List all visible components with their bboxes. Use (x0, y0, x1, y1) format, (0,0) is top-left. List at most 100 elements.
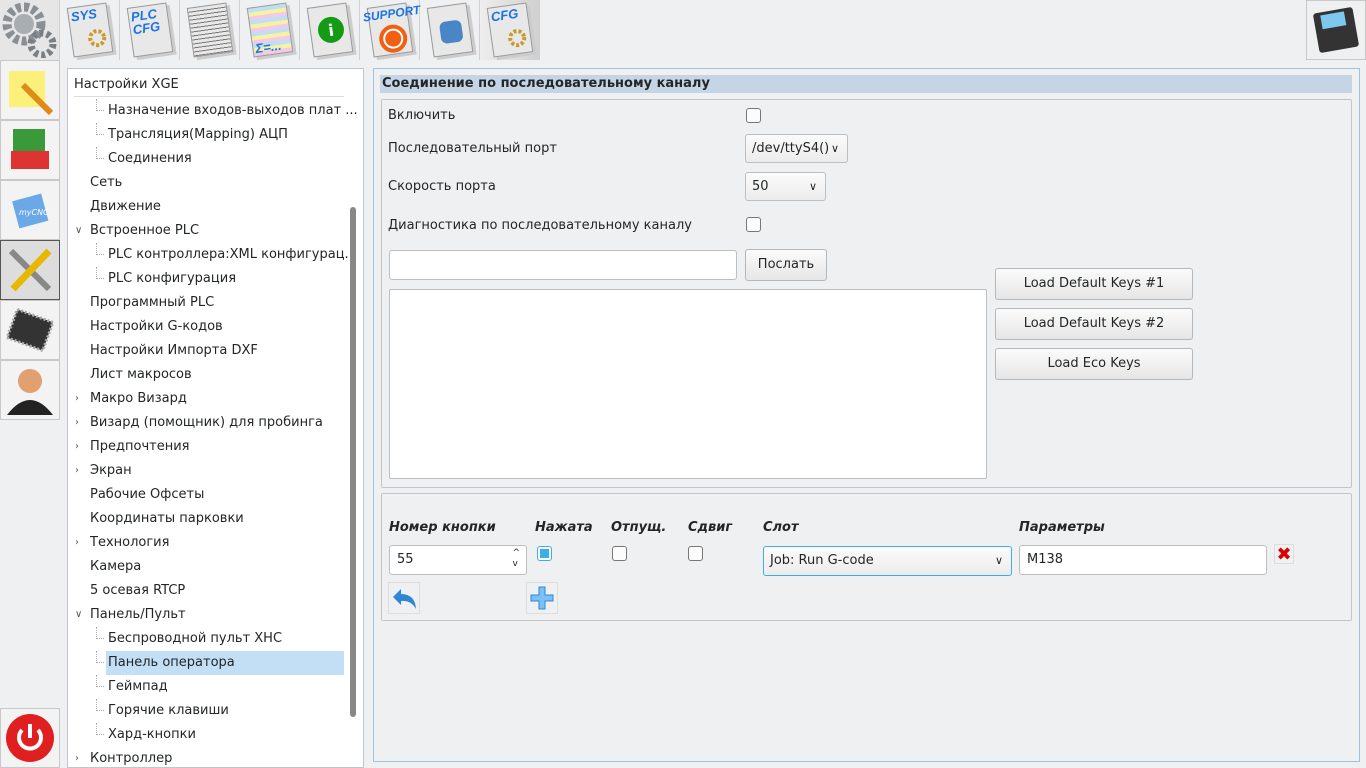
load-default-keys-2-button[interactable]: Load Default Keys #2 (995, 308, 1193, 340)
tree-item[interactable]: Макро Визард (90, 387, 187, 411)
tree-item[interactable]: PLC конфигурация (108, 267, 236, 291)
chevron-right-icon[interactable]: › (75, 435, 79, 459)
tree-connector (96, 675, 104, 687)
undo-arrow-icon (393, 589, 416, 609)
sidebar-mycnc[interactable]: myCNC (0, 180, 60, 240)
tree-connector (96, 723, 104, 735)
tree-item[interactable]: Геймпад (108, 675, 168, 699)
pressed-checkbox[interactable] (537, 546, 552, 561)
document-button[interactable] (180, 0, 240, 60)
chevron-right-icon[interactable]: › (75, 459, 79, 483)
chevron-right-icon[interactable]: › (75, 411, 79, 435)
released-checkbox[interactable] (612, 546, 627, 561)
header-number: Номер кнопки (389, 520, 496, 535)
chevron-down-icon[interactable]: ∨ (75, 219, 82, 243)
tree-item-label: Камера (90, 559, 142, 574)
power-button[interactable] (0, 708, 60, 768)
tree-item[interactable]: Беспроводной пульт XHC (108, 627, 282, 651)
tree-connector (96, 267, 104, 279)
tree-item[interactable]: Визард (помощник) для пробинга (90, 411, 323, 435)
tree-item-label: PLC контроллера:XML конфигурац... (108, 247, 357, 262)
tree-item-label: Настройки Импорта DXF (90, 343, 258, 358)
save-button[interactable] (1306, 0, 1366, 60)
send-button[interactable]: Послать (745, 249, 827, 281)
sidebar-chip[interactable] (0, 300, 60, 360)
tree-item[interactable]: PLC контроллера:XML конфигурац... (108, 243, 357, 267)
sidebar-tools[interactable] (0, 240, 60, 300)
enable-checkbox[interactable] (746, 108, 761, 123)
load-default-keys-1-button[interactable]: Load Default Keys #1 (995, 268, 1193, 300)
tree-item[interactable]: 5 осевая RTCP (90, 579, 185, 603)
plus-icon (530, 586, 554, 610)
tree-item[interactable]: Движение (90, 195, 161, 219)
sidebar-edit[interactable] (0, 60, 60, 120)
spin-arrows-icon[interactable]: ^ v (512, 548, 520, 570)
note-pencil-icon (9, 71, 54, 115)
tree-item-label: Предпочтения (90, 439, 190, 454)
tree-item[interactable]: Соединения (108, 147, 192, 171)
tree-item[interactable]: Трансляция(Mapping) АЦП (108, 123, 288, 147)
info-button[interactable]: i (300, 0, 360, 60)
chevron-right-icon[interactable]: › (75, 387, 79, 411)
params-input[interactable]: M138 (1019, 545, 1267, 575)
tree-connector (96, 699, 104, 711)
shift-checkbox[interactable] (688, 546, 703, 561)
chevron-down-icon: ∨ (808, 180, 817, 193)
tree-item[interactable]: Панель оператора (106, 651, 344, 675)
chevron-right-icon[interactable]: › (75, 747, 79, 767)
tree-item[interactable]: Назначение входов-выходов плат ... (108, 99, 358, 123)
table-formula-icon: Σ=... (246, 2, 293, 58)
diag-checkbox[interactable] (746, 217, 761, 232)
tree-item-label: Координаты парковки (90, 511, 244, 526)
cfg-doc-icon: CFG (486, 2, 533, 58)
tree-item[interactable]: Настройки Импорта DXF (90, 339, 258, 363)
plc-cfg-button[interactable]: PLC CFG (120, 0, 180, 60)
chevron-down-icon[interactable]: ∨ (75, 603, 82, 627)
key-number-spinbox[interactable]: 55 ^ v (389, 545, 527, 575)
tree-connector (96, 147, 104, 159)
tree-item[interactable]: Контроллер (90, 747, 172, 767)
tree-item[interactable]: Камера (90, 555, 141, 579)
tree-item[interactable]: Экран (90, 459, 132, 483)
chevron-right-icon[interactable]: › (75, 531, 79, 555)
tree-item[interactable]: Программный PLC (90, 291, 214, 315)
tree-item-label: Геймпад (108, 679, 168, 694)
send-input[interactable] (389, 250, 737, 280)
undo-button[interactable] (388, 582, 420, 614)
sidebar-user[interactable] (0, 360, 60, 420)
tree-item-label: Беспроводной пульт XHC (108, 631, 283, 646)
tree-item[interactable]: Лист макросов (90, 363, 192, 387)
database-button[interactable] (420, 0, 480, 60)
tree-item[interactable]: Рабочие Офсеты (90, 483, 204, 507)
sidebar-book[interactable] (0, 120, 60, 180)
delete-icon[interactable]: ✖ (1274, 544, 1294, 565)
add-button[interactable] (526, 582, 558, 614)
slot-select[interactable]: Job: Run G-code ∨ (763, 546, 1012, 576)
tree-item[interactable]: Встроенное PLC (90, 219, 199, 243)
database-icon (426, 2, 473, 58)
sys-button[interactable]: SYS (60, 0, 120, 60)
chevron-down-icon: ∨ (830, 142, 839, 155)
port-select[interactable]: /dev/ttyS4() ∨ (745, 134, 848, 163)
serial-log[interactable] (389, 289, 987, 479)
tree-item[interactable]: Настройки G-кодов (90, 315, 223, 339)
text-document-icon (186, 2, 233, 58)
support-button[interactable]: SUPPORT (360, 0, 421, 60)
tree-item[interactable]: Координаты парковки (90, 507, 244, 531)
tree-scrollbar[interactable] (350, 207, 356, 717)
tree-connector (96, 627, 104, 639)
tree-item[interactable]: Предпочтения (90, 435, 190, 459)
formula-button[interactable]: Σ=... (240, 0, 300, 60)
cfg-button[interactable]: CFG (480, 0, 540, 60)
settings-gears-button[interactable] (0, 0, 60, 60)
tree-item[interactable]: Горячие клавиши (108, 699, 229, 723)
tree-item[interactable]: Панель/Пульт (90, 603, 186, 627)
settings-tree[interactable]: Настройки XGE Назначение входов-выходов … (67, 68, 364, 768)
speed-value: 50 (752, 179, 769, 194)
load-eco-keys-button[interactable]: Load Eco Keys (995, 348, 1193, 380)
tree-item[interactable]: Сеть (90, 171, 122, 195)
tree-item[interactable]: Хард-кнопки (108, 723, 196, 747)
svg-text:myCNC: myCNC (19, 208, 49, 217)
speed-select[interactable]: 50 ∨ (745, 172, 826, 201)
tree-item[interactable]: Технология (90, 531, 169, 555)
